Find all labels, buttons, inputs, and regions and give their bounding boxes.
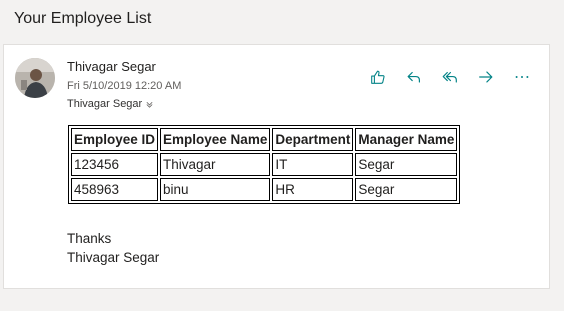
message-card: Thivagar Segar Fri 5/10/2019 12:20 AM Th… (3, 44, 550, 289)
avatar[interactable] (15, 58, 55, 98)
cell-manager-name: Segar (355, 153, 458, 176)
recipient-line[interactable]: Thivagar Segar (67, 98, 154, 110)
header-manager-name: Manager Name (355, 128, 458, 151)
recipient-name[interactable]: Thivagar Segar (67, 98, 142, 110)
message-actions (366, 65, 534, 89)
cell-department: IT (272, 153, 354, 176)
cell-employee-name: Thivagar (160, 153, 271, 176)
more-icon (515, 76, 529, 78)
forward-button[interactable] (474, 65, 498, 89)
forward-icon (479, 71, 493, 83)
closing-name: Thivagar Segar (67, 250, 160, 265)
employee-table: Employee ID Employee Name Department Man… (68, 125, 461, 204)
header-employee-name: Employee Name (160, 128, 271, 151)
cell-department: HR (272, 178, 354, 201)
closing-signature: Thanks Thivagar Segar (67, 229, 159, 267)
like-button[interactable] (366, 65, 390, 89)
table-row: 458963 binu HR Segar (71, 178, 458, 201)
table-header-row: Employee ID Employee Name Department Man… (71, 128, 458, 151)
more-actions-button[interactable] (510, 65, 534, 89)
chevron-down-icon[interactable] (145, 100, 154, 109)
cell-manager-name: Segar (355, 178, 458, 201)
avatar-photo (15, 58, 55, 98)
reply-all-icon (442, 71, 457, 83)
table-row: 123456 Thivagar IT Segar (71, 153, 458, 176)
thumbs-up-icon (371, 70, 385, 84)
cell-employee-id: 123456 (71, 153, 159, 176)
message-date: Fri 5/10/2019 12:20 AM (67, 80, 182, 92)
reply-button[interactable] (402, 65, 426, 89)
sender-name[interactable]: Thivagar Segar (67, 59, 156, 74)
header-employee-id: Employee ID (71, 128, 159, 151)
closing-thanks: Thanks (67, 231, 112, 246)
reply-all-button[interactable] (438, 65, 462, 89)
reply-icon (407, 71, 420, 83)
header-department: Department (272, 128, 354, 151)
cell-employee-id: 458963 (71, 178, 159, 201)
cell-employee-name: binu (160, 178, 271, 201)
subject-title: Your Employee List (14, 10, 152, 27)
